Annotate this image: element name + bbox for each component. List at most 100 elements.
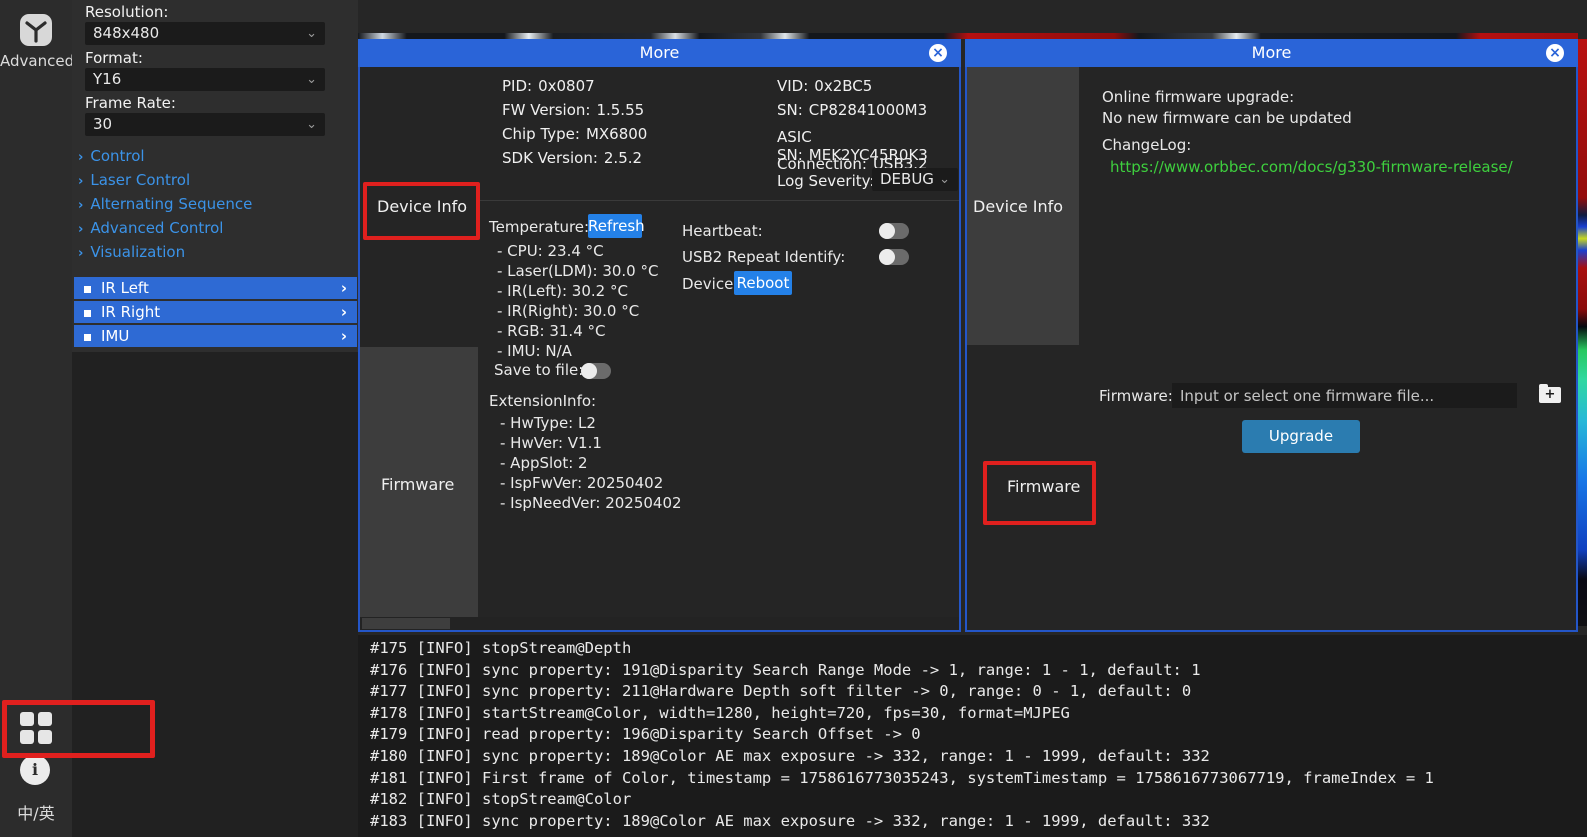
temp-cpu: - CPU: 23.4 °C — [497, 242, 604, 260]
chevron-right-icon: › — [341, 277, 347, 299]
horizontal-scrollbar[interactable] — [360, 617, 959, 630]
link-label: Advanced Control — [90, 219, 223, 237]
toggle-knob-icon — [879, 249, 895, 265]
dialog-title: More — [640, 43, 680, 62]
usb2-repeat-identify-toggle[interactable] — [879, 249, 909, 265]
heartbeat-toggle[interactable] — [879, 223, 909, 239]
stream-row-imu[interactable]: IMU › — [74, 325, 357, 347]
chevron-right-icon: › — [78, 246, 83, 261]
dialog-titlebar[interactable]: More × — [358, 39, 961, 67]
log-console[interactable]: #175 [INFO] stopStream@Depth#176 [INFO] … — [358, 635, 1587, 837]
tab-device-info-label: Device Info — [973, 197, 1063, 216]
temp-rgb: - RGB: 31.4 °C — [497, 322, 605, 340]
sidebar-item-visualization[interactable]: › Visualization — [78, 243, 185, 261]
temp-ir-right: - IR(Right): 30.0 °C — [497, 302, 639, 320]
log-severity-select[interactable]: DEBUG ⌄ — [872, 168, 958, 191]
temp-imu: - IMU: N/A — [497, 342, 572, 360]
sidebar-item-laser-control[interactable]: › Laser Control — [78, 171, 190, 189]
stream-label: IMU — [101, 327, 129, 345]
tab-device-info[interactable]: Device Info — [967, 67, 1079, 345]
advanced-mode-button[interactable] — [14, 8, 58, 56]
close-icon[interactable]: × — [929, 44, 947, 62]
section-divider — [478, 200, 959, 201]
depth-image-sliver — [1578, 39, 1587, 626]
chevron-right-icon: › — [78, 222, 83, 237]
dialog-titlebar[interactable]: More × — [965, 39, 1578, 67]
stream-row-ir-left[interactable]: IR Left › — [74, 277, 357, 299]
stream-settings-group: Resolution: 848x480 ⌄ Format: Y16 ⌄ Fram… — [72, 0, 358, 352]
chevron-right-icon: › — [78, 150, 83, 165]
upgrade-button[interactable]: Upgrade — [1242, 420, 1360, 453]
ext-ispfwver: - IspFwVer: 20250402 — [500, 474, 663, 492]
about-button[interactable]: i — [20, 755, 50, 785]
temperature-label: Temperature: — [489, 218, 589, 236]
resolution-select[interactable]: 848x480 ⌄ — [85, 22, 325, 45]
save-to-file-toggle[interactable] — [581, 363, 611, 379]
framerate-label: Frame Rate: — [85, 94, 176, 112]
annotation-rect-firmware — [983, 461, 1096, 525]
resolution-value: 848x480 — [93, 24, 159, 42]
ext-ispneedver: - IspNeedVer: 20250402 — [500, 494, 682, 512]
sidebar-item-advanced-control[interactable]: › Advanced Control — [78, 219, 223, 237]
chip-type-field: Chip Type:MX6800 — [502, 125, 647, 143]
changelog-link[interactable]: https://www.orbbec.com/docs/g330-firmwar… — [1110, 158, 1513, 176]
folder-open-icon: + — [1539, 387, 1561, 403]
framerate-select[interactable]: 30 ⌄ — [85, 113, 325, 136]
ext-hwver: - HwVer: V1.1 — [500, 434, 602, 452]
stream-row-ir-right[interactable]: IR Right › — [74, 301, 357, 323]
link-label: Visualization — [90, 243, 185, 261]
more-dialog-device-info: More × Device Info Firmware PID:0x0807 F… — [358, 39, 961, 632]
format-select[interactable]: Y16 ⌄ — [85, 68, 325, 91]
cube-icon — [14, 8, 58, 52]
sdk-version-field: SDK Version:2.5.2 — [502, 149, 642, 167]
chevron-right-icon: › — [78, 174, 83, 189]
info-icon: i — [20, 755, 50, 785]
sidebar-item-control[interactable]: › Control — [78, 147, 145, 165]
log-line: #183 [INFO] sync property: 189@Color AE … — [370, 811, 1587, 833]
annotation-rect-device-info — [363, 182, 480, 240]
online-upgrade-line1: Online firmware upgrade: — [1102, 88, 1294, 106]
scrollbar-thumb[interactable] — [362, 618, 450, 629]
ext-appslot: - AppSlot: 2 — [500, 454, 588, 472]
log-line: #182 [INFO] stopStream@Color — [370, 789, 1587, 811]
chevron-right-icon: › — [341, 325, 347, 347]
usb2-repeat-identify-label: USB2 Repeat Identify: — [682, 248, 845, 266]
chevron-right-icon: › — [78, 198, 83, 213]
link-label: Laser Control — [90, 171, 190, 189]
chevron-down-icon: ⌄ — [306, 68, 317, 91]
temp-laser: - Laser(LDM): 30.0 °C — [497, 262, 658, 280]
browse-firmware-button[interactable]: + — [1539, 387, 1561, 403]
log-severity-value: DEBUG — [880, 170, 934, 188]
log-line: #179 [INFO] read property: 196@Disparity… — [370, 724, 1587, 746]
chevron-down-icon: ⌄ — [306, 113, 317, 136]
framerate-value: 30 — [93, 115, 112, 133]
tab-firmware-label: Firmware — [381, 475, 454, 494]
refresh-button[interactable]: Refresh — [588, 214, 642, 238]
temp-ir-left: - IR(Left): 30.2 °C — [497, 282, 628, 300]
reboot-button[interactable]: Reboot — [734, 271, 792, 295]
link-label: Control — [90, 147, 144, 165]
log-severity-label: Log Severity: — [777, 172, 874, 190]
log-line: #181 [INFO] First frame of Color, timest… — [370, 768, 1587, 790]
square-bullet-icon — [84, 334, 91, 341]
heartbeat-label: Heartbeat: — [682, 222, 763, 240]
tab-firmware[interactable]: Firmware — [360, 347, 478, 617]
format-value: Y16 — [93, 70, 121, 88]
sn-field: SN:CP82841000M3 — [777, 101, 927, 119]
chevron-right-icon: › — [341, 301, 347, 323]
resolution-label: Resolution: — [85, 3, 168, 21]
annotation-rect-grid-button — [2, 700, 155, 758]
save-to-file-label: Save to file: — [494, 361, 583, 379]
square-bullet-icon — [84, 310, 91, 317]
close-icon[interactable]: × — [1546, 44, 1564, 62]
log-line: #175 [INFO] stopStream@Depth — [370, 638, 1587, 660]
stream-label: IR Left — [101, 279, 149, 297]
log-line: #180 [INFO] sync property: 189@Color AE … — [370, 746, 1587, 768]
pid-field: PID:0x0807 — [502, 77, 595, 95]
square-bullet-icon — [84, 286, 91, 293]
log-line: #177 [INFO] sync property: 211@Hardware … — [370, 681, 1587, 703]
sidebar-item-alternating-sequence[interactable]: ›Alternating Sequence — [78, 195, 252, 213]
firmware-file-input[interactable] — [1172, 383, 1517, 408]
language-toggle[interactable]: 中/英 — [0, 800, 72, 824]
advanced-label: Advanced — [0, 52, 72, 70]
